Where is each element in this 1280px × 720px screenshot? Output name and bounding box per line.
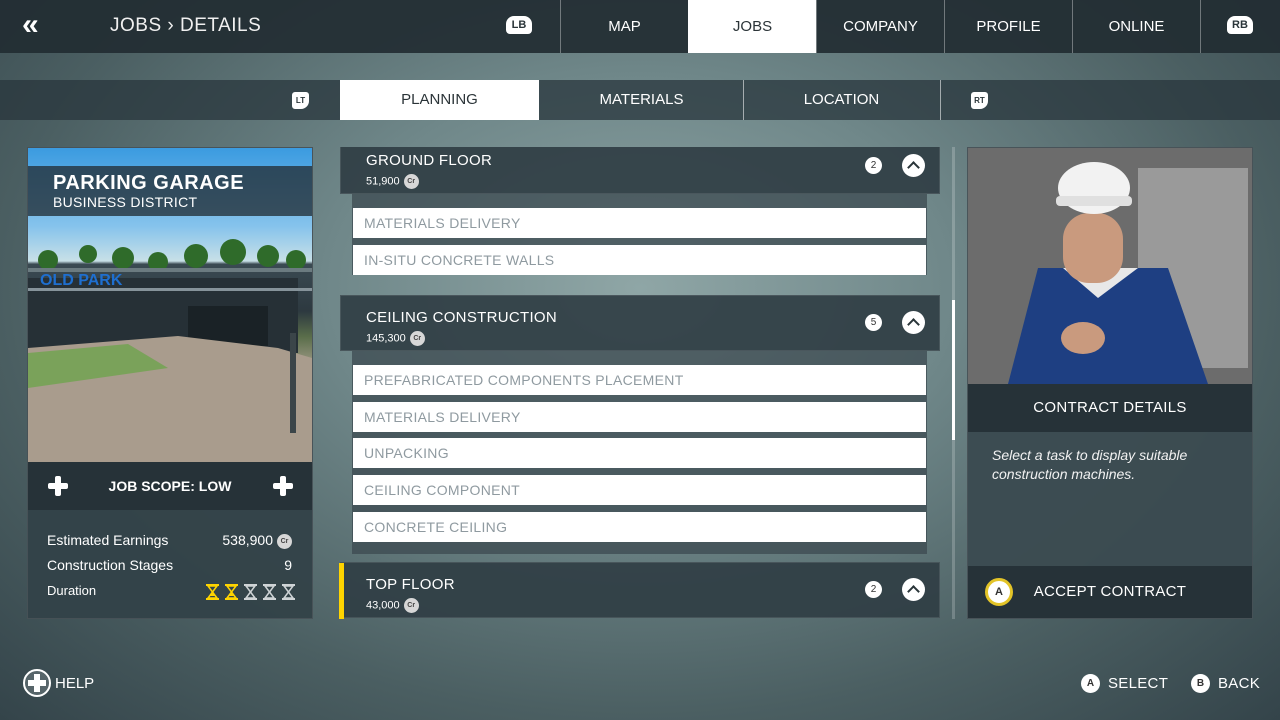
dpad-right-icon[interactable] [273,476,293,496]
dpad-help-icon[interactable] [23,669,51,697]
stage-price: 145,300 Cr [366,331,425,346]
credits-icon: Cr [409,331,425,346]
job-subtitle: BUSINESS DISTRICT [53,194,198,210]
accept-contract-label: ACCEPT CONTRACT [1033,583,1187,600]
worker-illustration [968,148,1252,384]
rt-trigger-icon[interactable]: RT [971,92,988,109]
scrollbar-thumb[interactable] [952,300,955,440]
rb-bumper-icon[interactable]: RB [1227,16,1253,34]
collapse-chevron-icon[interactable] [902,311,925,334]
contract-card: CONTRACT DETAILS Select a task to displa… [967,147,1253,619]
tab-planning[interactable]: PLANNING [340,80,539,120]
task-item[interactable]: IN-SITU CONCRETE WALLS [353,245,926,275]
contract-details-heading: CONTRACT DETAILS [968,384,1252,432]
credits-icon: Cr [277,533,292,549]
stage-price: 51,900 Cr [366,174,419,189]
task-item[interactable]: MATERIALS DELIVERY [353,208,926,238]
b-button-icon[interactable]: B [1191,674,1210,693]
select-label[interactable]: SELECT [1108,675,1168,692]
stage-header-ground-floor[interactable]: GROUND FLOOR 51,900 Cr 2 [340,147,940,194]
estimated-earnings-label: Estimated Earnings [47,532,169,548]
credits-icon: Cr [403,598,419,613]
task-item[interactable]: UNPACKING [353,438,926,468]
sub-tab-divider [940,80,941,120]
job-title: PARKING GARAGE [53,172,245,194]
tab-location[interactable]: LOCATION [744,80,939,120]
duration-label: Duration [47,583,97,598]
construction-stages-value: 9 [284,557,292,573]
back-label[interactable]: BACK [1218,675,1260,692]
task-item[interactable]: MATERIALS DELIVERY [353,402,926,432]
job-scope-selector: JOB SCOPE: LOW [28,462,312,510]
tab-materials[interactable]: MATERIALS [541,80,742,120]
collapse-chevron-icon[interactable] [902,154,925,177]
accept-contract-button[interactable]: A ACCEPT CONTRACT [968,566,1252,618]
tab-online[interactable]: ONLINE [1072,0,1200,53]
a-button-icon[interactable]: A [1081,674,1100,693]
hourglass-filled-icon [225,584,238,600]
stage-name: GROUND FLOOR [366,152,493,169]
contractor-portrait [968,148,1252,384]
contract-details-hint: Select a task to display suitable constr… [968,432,1252,566]
collapse-chevron-icon[interactable] [902,578,925,601]
job-scope-label: JOB SCOPE: LOW [108,478,232,494]
stage-task-count: 2 [865,581,882,598]
estimated-earnings-value: 538,900 Cr [222,532,292,549]
tab-profile[interactable]: PROFILE [944,0,1072,53]
garage-sign-text: OLD PARK [40,272,123,289]
stage-header-top-floor[interactable]: TOP FLOOR 43,000 Cr 2 [339,562,940,619]
stage-task-count: 2 [865,157,882,174]
task-item[interactable]: PREFABRICATED COMPONENTS PLACEMENT [353,365,926,395]
job-card: OLD PARK PARKING GARAGE BUSINESS DISTRIC… [27,147,313,619]
help-label[interactable]: HELP [55,675,94,692]
hourglass-filled-icon [206,584,219,600]
stage-task-count: 5 [865,314,882,331]
tab-jobs[interactable]: JOBS [688,0,816,53]
hourglass-empty-icon [282,584,295,600]
credits-icon: Cr [403,174,419,189]
tab-company[interactable]: COMPANY [816,0,944,53]
tab-map[interactable]: MAP [560,0,688,53]
task-item[interactable]: CEILING COMPONENT [353,475,926,505]
stage-header-ceiling-construction[interactable]: CEILING CONSTRUCTION 145,300 Cr 5 [340,295,940,351]
stage-list: GROUND FLOOR 51,900 Cr 2 MATERIALS DELIVE… [339,147,941,619]
stage-name: CEILING CONSTRUCTION [366,309,558,326]
task-item[interactable]: CONCRETE CEILING [353,512,926,542]
hourglass-empty-icon [263,584,276,600]
breadcrumb: JOBS › DETAILS [110,15,262,36]
stage-name: TOP FLOOR [366,576,455,593]
stage-price: 43,000 Cr [366,598,419,613]
construction-stages-label: Construction Stages [47,557,174,573]
hourglass-empty-icon [244,584,257,600]
lb-bumper-icon[interactable]: LB [506,16,532,34]
back-icon[interactable]: « [22,10,39,40]
lt-trigger-icon[interactable]: LT [292,92,309,109]
